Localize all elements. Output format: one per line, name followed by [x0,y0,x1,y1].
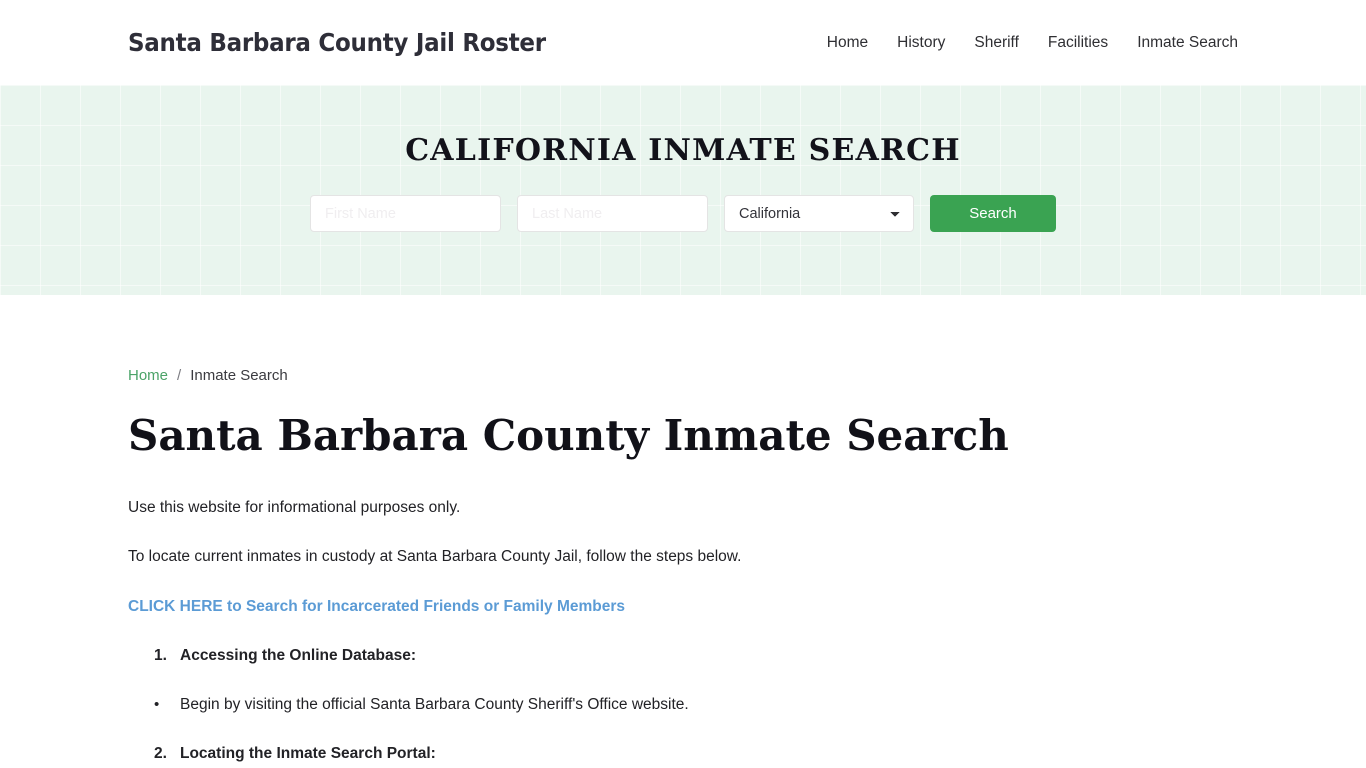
breadcrumb-home[interactable]: Home [128,367,168,384]
nav-item-sheriff[interactable]: Sheriff [974,34,1019,52]
list-marker: 1. [154,646,167,664]
hero-banner: CALIFORNIA INMATE SEARCH California Sear… [0,85,1366,295]
main-content: Home / Inmate Search Santa Barbara Count… [0,295,1366,768]
site-header: Santa Barbara County Jail Roster Home Hi… [0,0,1366,85]
list-marker: 2. [154,745,167,763]
list-item: 1. Accessing the Online Database: [128,618,1238,667]
last-name-input[interactable] [517,195,708,232]
nav-item-home[interactable]: Home [827,34,868,52]
list-item-text: Accessing the Online Database: [180,646,417,664]
first-name-input[interactable] [310,195,501,232]
intro-paragraph-1: Use this website for informational purpo… [128,499,461,517]
site-title: Santa Barbara County Jail Roster [128,28,546,57]
list-item-text: Locating the Inmate Search Portal: [180,745,436,763]
list-bullet-icon: • [154,696,160,714]
nav-item-history[interactable]: History [897,34,945,52]
breadcrumb-separator: / [177,367,182,384]
page-title: Santa Barbara County Inmate Search [128,411,1009,460]
search-button[interactable]: Search [930,195,1056,232]
list-item: 2. Locating the Inmate Search Portal: [128,716,1238,765]
state-select[interactable]: California [724,195,914,232]
steps-list: 1. Accessing the Online Database: • Begi… [128,618,1238,768]
incarcerated-search-link[interactable]: CLICK HERE to Search for Incarcerated Fr… [128,569,625,618]
main-navigation: Home History Sheriff Facilities Inmate S… [827,34,1238,52]
hero-title: CALIFORNIA INMATE SEARCH [405,133,961,168]
list-item: • Begin by visiting the official Santa B… [128,667,1238,716]
breadcrumb-current: Inmate Search [190,367,288,384]
nav-item-facilities[interactable]: Facilities [1048,34,1108,52]
intro-paragraph-2: To locate current inmates in custody at … [128,548,742,566]
breadcrumb: Home / Inmate Search [128,295,1238,384]
inmate-search-form: California Search [310,195,1056,232]
list-item-text: Begin by visiting the official Santa Bar… [180,696,689,714]
nav-item-inmate-search[interactable]: Inmate Search [1137,34,1238,52]
